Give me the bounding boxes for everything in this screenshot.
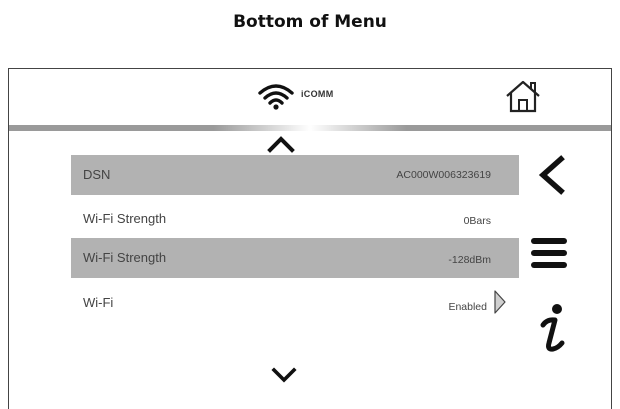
row-wifi-strength-dbm[interactable]: Wi-Fi Strength -128dBm — [71, 238, 519, 278]
info-icon[interactable] — [529, 301, 573, 357]
device-screen: iCOMM DSN AC000W006323619 Wi-Fi Strength… — [8, 68, 612, 409]
row-value: -128dBm — [448, 254, 491, 266]
home-icon[interactable] — [504, 79, 542, 113]
header-divider — [9, 125, 611, 131]
row-wifi-strength-bars[interactable]: Wi-Fi Strength 0Bars — [71, 199, 519, 239]
scroll-down-icon[interactable] — [271, 367, 297, 383]
brand-label: iCOMM — [301, 89, 334, 99]
row-wifi[interactable]: Wi-Fi Enabled — [71, 283, 519, 323]
back-icon[interactable] — [534, 155, 568, 195]
row-value: 0Bars — [463, 215, 491, 227]
row-value: AC000W006323619 — [396, 169, 491, 181]
row-label: Wi-Fi Strength — [83, 211, 167, 226]
chevron-right-icon[interactable] — [493, 289, 507, 315]
row-label: Wi-Fi — [83, 295, 114, 310]
wifi-icon — [258, 84, 294, 110]
menu-icon[interactable] — [527, 234, 571, 272]
row-label: DSN — [83, 167, 111, 182]
page-caption: Bottom of Menu — [233, 12, 387, 32]
row-dsn[interactable]: DSN AC000W006323619 — [71, 155, 519, 195]
scroll-up-icon[interactable] — [267, 135, 295, 153]
row-label: Wi-Fi Strength — [83, 250, 167, 265]
row-value: Enabled — [448, 301, 487, 313]
